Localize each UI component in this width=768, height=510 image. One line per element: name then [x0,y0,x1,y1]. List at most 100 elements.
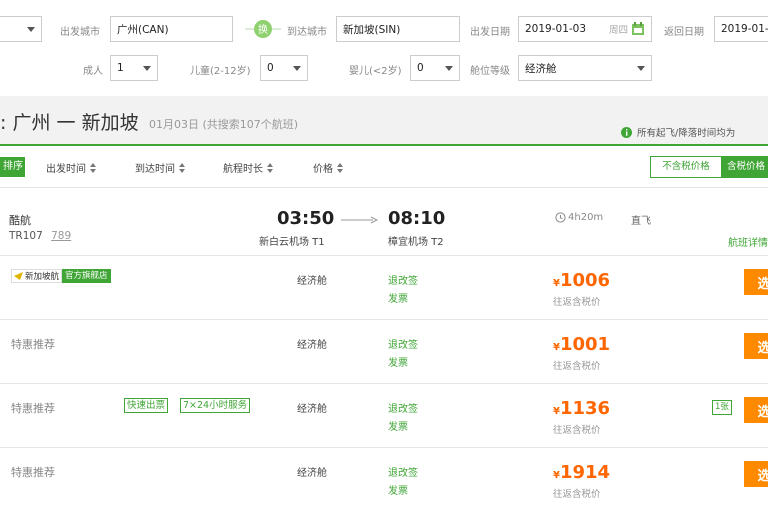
time-notice-text: 所有起飞/降落时间均为 [637,128,736,139]
info-icon [621,126,632,138]
offer-cabin: 经济舱 [297,340,327,351]
chevron-down-icon [293,65,301,71]
select-offer-button[interactable]: 选 [744,397,768,423]
select-offer-button[interactable]: 选 [744,461,768,487]
offer-price: ¥1914 [553,462,611,483]
refund-policy-link[interactable]: 退改签 [388,464,418,479]
depart-date-label: 出发日期 [470,27,510,38]
price-tax-toggle: 不含税价格 含税价格 [650,156,768,178]
refund-policy-link[interactable]: 退改签 [388,272,418,287]
airline-name: 酷航 [9,214,31,227]
arrow-icon [341,216,379,224]
from-city-input[interactable]: 广州(CAN) [110,16,233,42]
stop-info: 直飞 [631,216,651,227]
offer-row: 新加坡航 官方旗舰店 经济舱 退改签 发票 ¥1006 往返含税价 选 [0,256,768,319]
depart-weekday: 周四 [608,25,628,36]
cabin-select[interactable]: 经济舱 [518,55,652,81]
calendar-icon [632,22,644,35]
flight-number: TR107 789 [9,230,72,242]
vendor-logo: 新加坡航 官方旗舰店 [11,269,111,283]
price-note: 往返含税价 [553,361,601,372]
select-offer-button[interactable]: 选 [744,269,768,295]
return-date-value: 2019-01- [721,23,768,35]
offer-price: ¥1006 [553,270,611,291]
sort-bar: 排序 出发时间 到达时间 航程时长 价格 不含税价格 含税价格 [0,146,768,188]
route-from: 广州 [12,112,51,134]
fast-ticketing-tag: 快速出票 [124,398,169,413]
svg-text:换: 换 [258,23,268,36]
depart-date-value: 2019-01-03 [525,23,587,35]
service-tag: 7×24小时服务 [180,398,251,413]
to-city-value: 新加坡(SIN) [343,23,401,36]
swap-icon: 换 [245,20,281,38]
offer-row: 特惠推荐 快速出票 7×24小时服务 经济舱 退改签 发票 ¥1136 往返含税… [0,384,768,447]
offer-row: 特惠推荐 经济舱 退改签 发票 ¥1001 往返含税价 选 [0,320,768,383]
chevron-down-icon [143,65,151,71]
offer-cabin: 经济舱 [297,276,327,287]
infant-select[interactable]: 0 [410,55,460,81]
official-store-badge: 官方旗舰店 [62,269,111,283]
child-select[interactable]: 0 [260,55,308,81]
invoice-link[interactable]: 发票 [388,482,408,497]
trip-type-select[interactable] [0,16,42,42]
chevron-down-icon [637,65,645,71]
toggle-incl-tax[interactable]: 含税价格 [721,157,767,177]
offer-price: ¥1136 [553,398,611,419]
depart-date-input[interactable]: 2019-01-03 周四 [518,16,652,42]
refund-policy-link[interactable]: 退改签 [388,336,418,351]
to-city-label: 到达城市 [287,27,327,38]
invoice-link[interactable]: 发票 [388,290,408,305]
aircraft-type-link[interactable]: 789 [51,230,71,242]
route-to: 新加坡 [81,112,139,134]
arrival-airport: 樟宜机场 T2 [388,237,444,248]
sort-default-button[interactable]: 排序 [0,157,25,177]
sort-arrive-time[interactable]: 到达时间 [135,160,187,175]
swap-cities-button[interactable]: 换 [243,16,283,42]
offer-vendor: 特惠推荐 [11,466,55,479]
sort-caret-icon [267,163,275,173]
adult-value: 1 [117,62,124,74]
offer-row: 特惠推荐 经济舱 退改签 发票 ¥1914 往返含税价 选 [0,448,768,510]
offer-cabin: 经济舱 [297,468,327,479]
offer-vendor: 特惠推荐 [11,338,55,351]
invoice-link[interactable]: 发票 [388,354,408,369]
refund-policy-link[interactable]: 退改签 [388,400,418,415]
sort-caret-icon [337,163,345,173]
child-label: 儿童(2-12岁) [190,66,251,77]
flight-detail-link[interactable]: 航班详情 [728,234,768,249]
route-dash: 一 [56,112,76,134]
toggle-excl-tax[interactable]: 不含税价格 [651,157,721,177]
child-value: 0 [267,62,274,74]
price-note: 往返含税价 [553,425,601,436]
offer-vendor: 特惠推荐 [11,402,55,415]
clock-icon [555,212,566,223]
route-info: 01月03日 (共搜索107个航班) [149,118,299,131]
return-date-label: 返回日期 [664,27,704,38]
price-note: 往返含税价 [553,297,601,308]
from-city-value: 广州(CAN) [117,23,169,36]
adult-label: 成人 [83,66,103,77]
departure-time: 03:50 [277,208,335,229]
seats-left-tag: 1张 [712,400,732,415]
departure-airport: 新白云机场 T1 [259,237,325,248]
invoice-link[interactable]: 发票 [388,418,408,433]
arrival-time: 08:10 [388,208,446,229]
sort-duration[interactable]: 航程时长 [223,160,275,175]
adult-select[interactable]: 1 [110,55,158,81]
route-prefix: : [0,112,7,134]
sort-depart-time[interactable]: 出发时间 [46,160,98,175]
from-city-label: 出发城市 [60,27,100,38]
sort-caret-icon [179,163,187,173]
to-city-input[interactable]: 新加坡(SIN) [336,16,460,42]
chevron-down-icon [27,26,35,32]
select-offer-button[interactable]: 选 [744,333,768,359]
offer-cabin: 经济舱 [297,404,327,415]
duration: 4h20m [555,212,603,223]
sort-price[interactable]: 价格 [313,160,345,175]
return-date-input[interactable]: 2019-01- [714,16,768,42]
offer-price: ¥1001 [553,334,611,355]
price-note: 往返含税价 [553,489,601,500]
cabin-value: 经济舱 [525,62,557,75]
chevron-down-icon [445,65,453,71]
infant-label: 婴儿(<2岁) [349,66,402,77]
